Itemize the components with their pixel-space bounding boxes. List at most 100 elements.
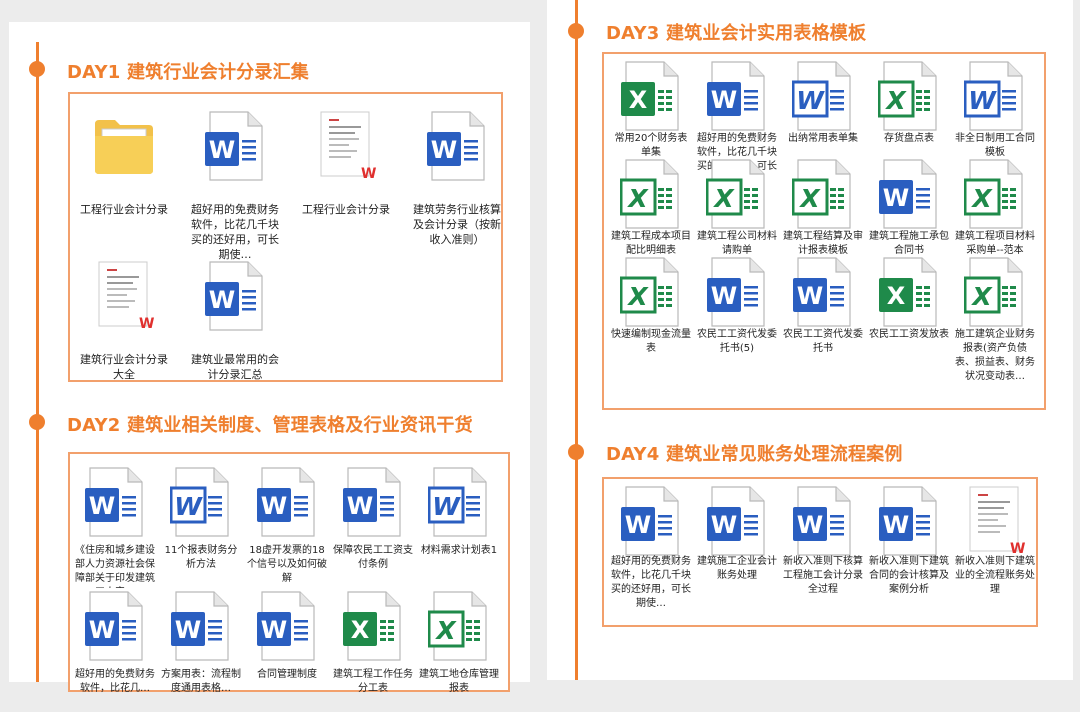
word-icon: W bbox=[84, 466, 146, 542]
file-item[interactable]: W 18虚开发票的18个信号以及如何破解 bbox=[247, 466, 327, 586]
file-name: 超好用的免费财务软件，比花几千块买的还好用，可长期使… bbox=[611, 556, 691, 609]
file-item[interactable]: W 出纳常用表单集 bbox=[782, 60, 864, 154]
svg-text:W: W bbox=[89, 492, 115, 520]
left-panel: DAY1 建筑行业会计分录汇集 工程行业会计分录 W 超好用的免费财务软件，比花几… bbox=[9, 22, 530, 694]
file-item[interactable]: W超好用的免费财务软件，比花几千块买的还好用，可长期使… bbox=[191, 110, 279, 261]
file-item[interactable]: X 常用20个财务表单集 bbox=[610, 60, 692, 158]
svg-text:X: X bbox=[351, 616, 370, 644]
file-item[interactable]: W 农民工工资代发委托书(5) bbox=[696, 256, 778, 354]
word-old-icon: W bbox=[169, 466, 232, 542]
svg-text:X: X bbox=[434, 616, 457, 645]
svg-text:W: W bbox=[261, 616, 287, 644]
word-icon: W bbox=[256, 590, 318, 666]
file-name: 新收入准则下建筑业的全流程账务处理 bbox=[955, 556, 1035, 595]
excel-icon: X bbox=[878, 256, 940, 332]
file-item[interactable]: W 工程行业会计分录 bbox=[302, 110, 390, 256]
file-item[interactable]: X 建筑工程项目材料采购单--范本 bbox=[954, 158, 1036, 256]
word-old-icon: W bbox=[427, 466, 490, 542]
file-item[interactable]: W 超好用的免费财务软件，比花几… bbox=[75, 590, 155, 710]
excel-icon: X bbox=[342, 590, 404, 666]
file-item[interactable]: X 建筑工程成本项目配比明细表 bbox=[610, 158, 692, 256]
file-item[interactable]: W 11个报表财务分析方法 bbox=[161, 466, 241, 586]
file-item[interactable]: X 建筑工程工作任务分工表 bbox=[333, 590, 413, 710]
svg-text:W: W bbox=[797, 511, 823, 539]
file-item[interactable]: X 建筑工程结算及审计报表模板 bbox=[782, 158, 864, 256]
svg-text:X: X bbox=[970, 282, 993, 311]
section-box-day2: W 《住房和城乡建设部人力资源社会保障部关于印发建筑工人实… W 11个报表财务分析… bbox=[68, 452, 510, 694]
word-icon: W bbox=[426, 110, 488, 186]
excel-old-icon: X bbox=[791, 158, 854, 234]
svg-text:W: W bbox=[796, 86, 825, 115]
timeline-line bbox=[575, 0, 578, 680]
file-name: 建筑工程工作任务分工表 bbox=[333, 669, 413, 694]
file-item[interactable]: W 《住房和城乡建设部人力资源社会保障部关于印发建筑工人实… bbox=[75, 466, 155, 588]
word-icon: W bbox=[706, 60, 768, 136]
svg-text:W: W bbox=[174, 492, 203, 521]
file-item[interactable]: W 材料需求计划表1 bbox=[419, 466, 499, 586]
file-item[interactable]: W超好用的免费财务软件，比花几千块买的还好用，可长期使… bbox=[696, 60, 778, 186]
right-panel: DAY3 建筑业会计实用表格模板 X 常用20个财务表单集 W 超好用的免费财务软件… bbox=[547, 0, 1073, 680]
svg-text:W: W bbox=[625, 511, 651, 539]
wps-document-icon: W bbox=[964, 485, 1026, 561]
svg-text:X: X bbox=[887, 282, 906, 310]
file-item[interactable]: W 保障农民工工资支付条例 bbox=[333, 466, 413, 586]
svg-text:W: W bbox=[347, 492, 373, 520]
file-item[interactable]: X 农民工工资发放表 bbox=[868, 256, 950, 350]
file-name: 材料需求计划表1 bbox=[420, 545, 498, 556]
file-name: 超好用的免费财务软件，比花几千块买的还好用，可长期使… bbox=[191, 203, 279, 261]
svg-text:X: X bbox=[626, 184, 649, 213]
excel-old-icon: X bbox=[877, 60, 940, 136]
file-item[interactable]: 工程行业会计分录 bbox=[80, 110, 168, 256]
file-item[interactable]: W 新收入准则下建筑合同的会计核算及案例分析 bbox=[868, 485, 950, 621]
word-icon: W bbox=[792, 256, 854, 332]
excel-old-icon: X bbox=[427, 590, 490, 666]
file-name: 建筑工地仓库管理报表 bbox=[419, 669, 499, 694]
file-item[interactable]: W 新收入准则下建筑业的全流程账务处理 bbox=[954, 485, 1036, 621]
file-item[interactable]: W 新收入准则下核算工程施工会计分录全过程 bbox=[782, 485, 864, 621]
file-name: 工程行业会计分录 bbox=[80, 203, 168, 216]
file-name: 18虚开发票的18个信号以及如何破解 bbox=[247, 545, 327, 584]
file-item[interactable]: W 建筑劳务行业核算及会计分录（按新收入准则） bbox=[413, 110, 501, 256]
svg-text:X: X bbox=[798, 184, 821, 213]
file-name: 建筑行业会计分录大全 bbox=[80, 353, 168, 381]
file-item[interactable]: X 存货盘点表 bbox=[868, 60, 950, 154]
section-box-day1: 工程行业会计分录 W 超好用的免费财务软件，比花几千块买的还好用，可长期使… W 工… bbox=[68, 92, 503, 382]
svg-text:W: W bbox=[361, 166, 376, 182]
file-item[interactable]: W 合同管理制度 bbox=[247, 590, 327, 710]
file-item[interactable]: X 快速编制现金流量表 bbox=[610, 256, 692, 354]
excel-old-icon: X bbox=[705, 158, 768, 234]
file-name: 施工建筑企业财务报表(资产负债表、损益表、财务状况变动表… bbox=[955, 329, 1035, 382]
svg-text:W: W bbox=[711, 86, 737, 114]
svg-text:W: W bbox=[431, 136, 457, 164]
file-item[interactable]: X 施工建筑企业财务报表(资产负债表、损益表、财务状况变动表… bbox=[954, 256, 1036, 382]
folder-icon bbox=[93, 110, 155, 186]
file-name: 《住房和城乡建设部人力资源社会保障部关于印发建筑工人实… bbox=[75, 545, 155, 588]
file-item[interactable]: W 方案用表：流程制度通用表格… bbox=[161, 590, 241, 710]
file-name: 合同管理制度 bbox=[257, 669, 317, 680]
file-item[interactable]: W 建筑工程施工承包合同书 bbox=[868, 158, 950, 256]
file-item[interactable]: W 农民工工资代发委托书 bbox=[782, 256, 864, 354]
svg-text:X: X bbox=[626, 282, 649, 311]
file-item[interactable]: W 建筑业最常用的会计分录汇总 bbox=[191, 260, 279, 406]
file-item[interactable]: W 建筑行业会计分录大全 bbox=[80, 260, 168, 406]
word-icon: W bbox=[878, 158, 940, 234]
file-name: 超好用的免费财务软件，比花几… bbox=[75, 669, 155, 694]
file-name: 农民工工资代发委托书 bbox=[783, 329, 863, 354]
word-icon: W bbox=[706, 256, 768, 332]
word-icon: W bbox=[878, 485, 940, 561]
word-old-icon: W bbox=[963, 60, 1026, 136]
file-item[interactable]: W 非全日制用工合同模板 bbox=[954, 60, 1036, 158]
word-icon: W bbox=[620, 485, 682, 561]
svg-text:W: W bbox=[432, 492, 461, 521]
file-item[interactable]: X 建筑工地仓库管理报表 bbox=[419, 590, 499, 710]
word-icon: W bbox=[170, 590, 232, 666]
file-item[interactable]: W 建筑施工企业会计账务处理 bbox=[696, 485, 778, 621]
word-icon: W bbox=[84, 590, 146, 666]
file-name: 快速编制现金流量表 bbox=[611, 329, 691, 354]
word-old-icon: W bbox=[791, 60, 854, 136]
section-title-day3: DAY3 建筑业会计实用表格模板 bbox=[606, 23, 867, 44]
file-item[interactable]: X 建筑工程公司材料请购单 bbox=[696, 158, 778, 256]
svg-text:W: W bbox=[89, 616, 115, 644]
timeline-line bbox=[36, 42, 39, 682]
file-item[interactable]: W 超好用的免费财务软件，比花几千块买的还好用，可长期使… bbox=[610, 485, 692, 621]
